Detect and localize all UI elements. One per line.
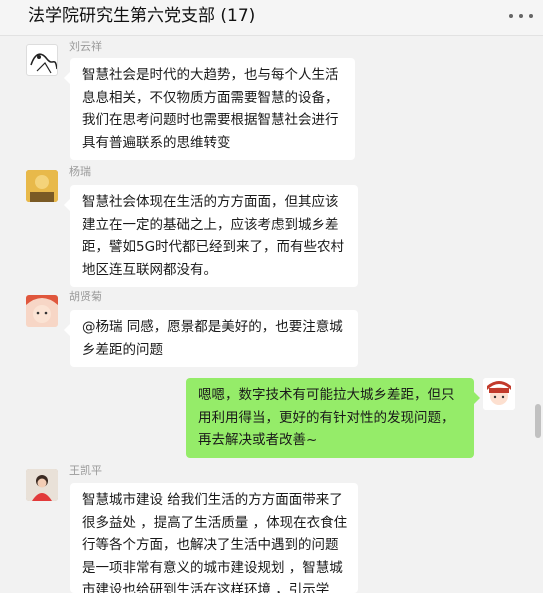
message-line: 我们在思考问题时也需要根据智慧社会进行	[82, 112, 339, 128]
message-line: 市建设也给研到生活在这样环境 ，引示学	[82, 582, 330, 593]
message-line: 智慧社会体现在生活的方方面面，但其应该	[82, 194, 339, 210]
sender-name: 刘云祥	[69, 40, 102, 53]
message-list[interactable]: 刘云祥 智慧社会是时代的大趋势，也与每个人生活 息息相关，不仅物质方面需要智慧的…	[0, 36, 543, 593]
message-line: 行等各个方面，也解决了生活中遇到的问题	[82, 537, 339, 553]
message-line: 嗯嗯，数字技术有可能拉大城乡差距，但只	[198, 387, 455, 403]
message-line: 很多益处 ，提高了生活质量 ，体现在衣食住	[82, 514, 348, 531]
message-line: 用利用得当，更好的有针对性的发现问题，	[198, 409, 455, 426]
sender-avatar[interactable]	[26, 295, 58, 327]
sender-name: 王凯平	[69, 464, 102, 477]
sender-name: 杨瑞	[69, 165, 91, 178]
sender-avatar[interactable]	[26, 170, 58, 202]
more-dots-icon[interactable]	[509, 6, 533, 26]
message-line: 再去解决或者改善~	[198, 432, 318, 448]
message-line: 智慧社会是时代的大趋势，也与每个人生活	[82, 67, 339, 83]
message-line: 建立在一定的基础之上，应该考虑到城乡差	[82, 216, 339, 233]
message-line: 乡差距的问题	[82, 341, 163, 358]
message-line: 智慧城市建设 给我们生活的方方面面带来了	[82, 492, 343, 508]
message-bubble[interactable]: 智慧社会是时代的大趋势，也与每个人生活 息息相关，不仅物质方面需要智慧的设备， …	[64, 58, 355, 160]
sender-avatar[interactable]	[26, 469, 58, 501]
message-line: 地区连互联网都没有。	[82, 261, 217, 278]
photo-avatar-icon	[26, 469, 58, 501]
cartoon-avatar-icon	[26, 295, 58, 327]
sender-name: 胡贤菊	[69, 290, 102, 303]
message-line: @杨瑞 同感，愿景都是美好的，也要注意城	[82, 319, 343, 335]
dot	[529, 14, 533, 18]
message-line: 息息相关，不仅物质方面需要智慧的设备，	[82, 89, 339, 106]
yellow-photo-avatar-icon	[26, 170, 58, 202]
sketch-avatar-icon	[30, 53, 57, 74]
message-bubble[interactable]: 嗯嗯，数字技术有可能拉大城乡差距，但只 用利用得当，更好的有针对性的发现问题， …	[186, 378, 480, 458]
message-line: 具有普遍联系的思维转变	[82, 134, 231, 151]
chat-header: 法学院研究生第六党支部 (17)	[0, 0, 543, 36]
cartoon-self-avatar-icon	[483, 378, 515, 410]
message-line: 距，譬如5G时代都已经到来了，而有些农村	[82, 239, 345, 255]
sender-avatar[interactable]	[26, 44, 58, 76]
self-avatar[interactable]	[483, 378, 515, 410]
scrollbar-thumb[interactable]	[535, 404, 541, 438]
message-bubble[interactable]: @杨瑞 同感，愿景都是美好的，也要注意城 乡差距的问题	[64, 310, 358, 367]
dot	[509, 14, 513, 18]
dot	[519, 14, 523, 18]
message-bubble[interactable]: 智慧社会体现在生活的方方面面，但其应该 建立在一定的基础之上，应该考虑到城乡差 …	[64, 185, 358, 287]
chat-title: 法学院研究生第六党支部 (17)	[28, 6, 256, 26]
message-bubble[interactable]: 智慧城市建设 给我们生活的方方面面带来了 很多益处 ，提高了生活质量 ，体现在衣…	[70, 483, 358, 593]
